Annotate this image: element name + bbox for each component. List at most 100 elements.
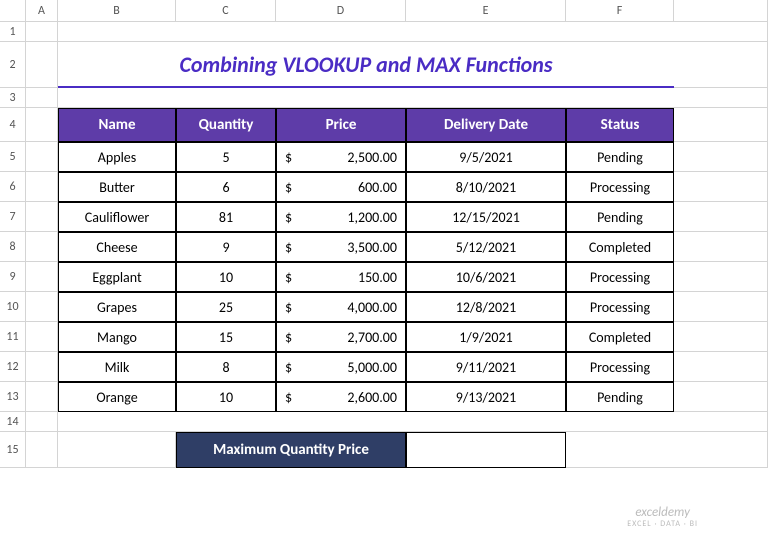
row-header-9[interactable]: 9 <box>0 262 26 292</box>
cell-A15[interactable] <box>26 432 58 468</box>
row-header-5[interactable]: 5 <box>0 142 26 172</box>
td-status[interactable]: Completed <box>566 232 674 262</box>
td-price[interactable]: $150.00 <box>276 262 406 292</box>
td-name[interactable]: Mango <box>58 322 176 352</box>
max-qty-price-result[interactable] <box>406 432 566 468</box>
td-status[interactable]: Processing <box>566 292 674 322</box>
cell-A13[interactable] <box>26 382 58 412</box>
cell-A1[interactable] <box>26 22 58 42</box>
row-header-13[interactable]: 13 <box>0 382 26 412</box>
row-3-body[interactable] <box>58 88 768 108</box>
td-status[interactable]: Processing <box>566 352 674 382</box>
row-11-extra[interactable] <box>674 322 768 352</box>
row-12-extra[interactable] <box>674 352 768 382</box>
td-price[interactable]: $2,500.00 <box>276 142 406 172</box>
cell-A7[interactable] <box>26 202 58 232</box>
td-date[interactable]: 12/8/2021 <box>406 292 566 322</box>
cell-A5[interactable] <box>26 142 58 172</box>
page-title: Combining VLOOKUP and MAX Functions <box>58 42 674 88</box>
td-date[interactable]: 5/12/2021 <box>406 232 566 262</box>
col-header-C[interactable]: C <box>176 0 276 22</box>
td-date[interactable]: 8/10/2021 <box>406 172 566 202</box>
row-header-2[interactable]: 2 <box>0 42 26 88</box>
td-date[interactable]: 12/15/2021 <box>406 202 566 232</box>
cell-A3[interactable] <box>26 88 58 108</box>
td-status[interactable]: Processing <box>566 172 674 202</box>
cell-A6[interactable] <box>26 172 58 202</box>
row-9-extra[interactable] <box>674 262 768 292</box>
col-header-D[interactable]: D <box>276 0 406 22</box>
row-8-extra[interactable] <box>674 232 768 262</box>
td-status[interactable]: Pending <box>566 202 674 232</box>
row-2-extra[interactable] <box>674 42 768 88</box>
td-qty[interactable]: 81 <box>176 202 276 232</box>
cell-B15[interactable] <box>58 432 176 468</box>
td-date[interactable]: 9/13/2021 <box>406 382 566 412</box>
col-header-B[interactable]: B <box>58 0 176 22</box>
row-13-extra[interactable] <box>674 382 768 412</box>
row-7-extra[interactable] <box>674 202 768 232</box>
td-date[interactable]: 10/6/2021 <box>406 262 566 292</box>
cell-A2[interactable] <box>26 42 58 88</box>
row-header-14[interactable]: 14 <box>0 412 26 432</box>
row-15-extra[interactable] <box>566 432 768 468</box>
td-qty[interactable]: 15 <box>176 322 276 352</box>
td-qty[interactable]: 25 <box>176 292 276 322</box>
td-price[interactable]: $1,200.00 <box>276 202 406 232</box>
td-qty[interactable]: 10 <box>176 262 276 292</box>
row-14-body[interactable] <box>58 412 768 432</box>
td-name[interactable]: Apples <box>58 142 176 172</box>
cell-A12[interactable] <box>26 352 58 382</box>
row-6-extra[interactable] <box>674 172 768 202</box>
td-name[interactable]: Cauliflower <box>58 202 176 232</box>
td-status[interactable]: Processing <box>566 262 674 292</box>
row-header-1[interactable]: 1 <box>0 22 26 42</box>
td-price[interactable]: $2,600.00 <box>276 382 406 412</box>
td-date[interactable]: 9/5/2021 <box>406 142 566 172</box>
row-header-8[interactable]: 8 <box>0 232 26 262</box>
td-name[interactable]: Milk <box>58 352 176 382</box>
row-header-7[interactable]: 7 <box>0 202 26 232</box>
td-price[interactable]: $600.00 <box>276 172 406 202</box>
td-price[interactable]: $3,500.00 <box>276 232 406 262</box>
row-header-11[interactable]: 11 <box>0 322 26 352</box>
cell-A10[interactable] <box>26 292 58 322</box>
td-name[interactable]: Eggplant <box>58 262 176 292</box>
col-header-F[interactable]: F <box>566 0 674 22</box>
td-name[interactable]: Orange <box>58 382 176 412</box>
row-header-10[interactable]: 10 <box>0 292 26 322</box>
td-price[interactable]: $2,700.00 <box>276 322 406 352</box>
td-qty[interactable]: 5 <box>176 142 276 172</box>
td-date[interactable]: 1/9/2021 <box>406 322 566 352</box>
td-qty[interactable]: 10 <box>176 382 276 412</box>
row-5-extra[interactable] <box>674 142 768 172</box>
td-price[interactable]: $4,000.00 <box>276 292 406 322</box>
row-4-extra[interactable] <box>674 108 768 142</box>
row-header-12[interactable]: 12 <box>0 352 26 382</box>
row-header-4[interactable]: 4 <box>0 108 26 142</box>
corner-cell[interactable] <box>0 0 26 22</box>
td-name[interactable]: Cheese <box>58 232 176 262</box>
td-status[interactable]: Pending <box>566 142 674 172</box>
td-qty[interactable]: 6 <box>176 172 276 202</box>
row-1-body[interactable] <box>58 22 768 42</box>
td-name[interactable]: Grapes <box>58 292 176 322</box>
row-10-extra[interactable] <box>674 292 768 322</box>
row-header-6[interactable]: 6 <box>0 172 26 202</box>
cell-A14[interactable] <box>26 412 58 432</box>
td-status[interactable]: Completed <box>566 322 674 352</box>
cell-A11[interactable] <box>26 322 58 352</box>
cell-A4[interactable] <box>26 108 58 142</box>
td-name[interactable]: Butter <box>58 172 176 202</box>
row-header-15[interactable]: 15 <box>0 432 26 468</box>
cell-A9[interactable] <box>26 262 58 292</box>
col-header-A[interactable]: A <box>26 0 58 22</box>
td-qty[interactable]: 9 <box>176 232 276 262</box>
cell-A8[interactable] <box>26 232 58 262</box>
td-price[interactable]: $5,000.00 <box>276 352 406 382</box>
col-header-E[interactable]: E <box>406 0 566 22</box>
td-status[interactable]: Pending <box>566 382 674 412</box>
td-qty[interactable]: 8 <box>176 352 276 382</box>
td-date[interactable]: 9/11/2021 <box>406 352 566 382</box>
row-header-3[interactable]: 3 <box>0 88 26 108</box>
